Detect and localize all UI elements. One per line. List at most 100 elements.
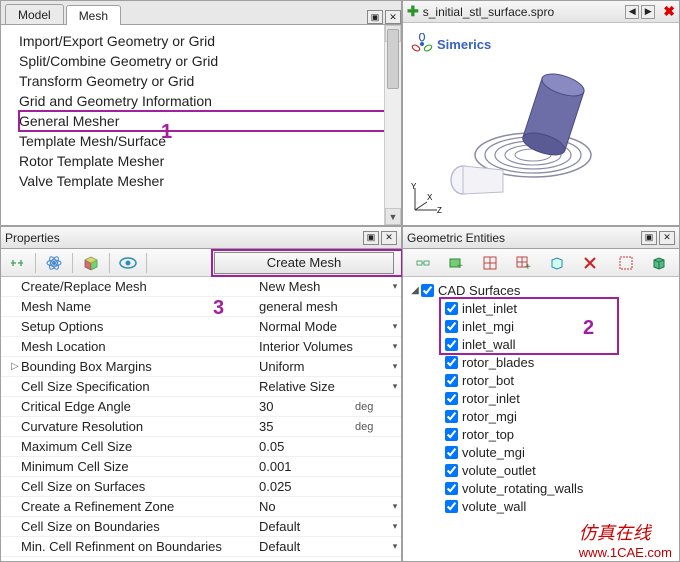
scroll-thumb[interactable] bbox=[387, 29, 399, 89]
tab-mesh[interactable]: Mesh bbox=[66, 5, 121, 25]
cube-solid-icon[interactable] bbox=[644, 251, 676, 275]
atom-icon[interactable] bbox=[38, 251, 70, 275]
property-value[interactable]: New Mesh bbox=[259, 279, 355, 294]
entity-item[interactable]: inlet_mgi bbox=[441, 317, 617, 335]
close-button[interactable]: ✕ bbox=[659, 231, 675, 245]
close-icon[interactable]: ✖ bbox=[663, 3, 675, 20]
property-value[interactable]: 30 bbox=[259, 399, 355, 414]
pin-button[interactable]: ▣ bbox=[641, 231, 657, 245]
entity-checkbox[interactable] bbox=[445, 482, 458, 495]
chevron-down-icon[interactable]: ▾ bbox=[389, 281, 401, 292]
entity-root[interactable]: ◢ CAD Surfaces bbox=[405, 281, 677, 299]
property-row[interactable]: Mesh Namegeneral mesh bbox=[1, 297, 401, 317]
property-value[interactable]: 0.025 bbox=[259, 479, 355, 494]
close-button[interactable]: ✕ bbox=[385, 10, 401, 24]
entity-item[interactable]: rotor_inlet bbox=[405, 389, 677, 407]
entity-checkbox[interactable] bbox=[445, 374, 458, 387]
link-icon[interactable] bbox=[1, 251, 33, 275]
entity-item[interactable]: volute_outlet bbox=[405, 461, 677, 479]
entity-item[interactable]: inlet_inlet bbox=[441, 299, 617, 317]
entity-item[interactable]: volute_mgi bbox=[405, 443, 677, 461]
entity-item[interactable]: rotor_blades bbox=[405, 353, 677, 371]
collapse-icon[interactable]: ◢ bbox=[409, 285, 421, 296]
entity-checkbox[interactable] bbox=[421, 284, 434, 297]
pin-button[interactable]: ▣ bbox=[367, 10, 383, 24]
tree-item-general-mesher[interactable]: General Mesher bbox=[19, 111, 401, 131]
close-button[interactable]: ✕ bbox=[381, 231, 397, 245]
entity-item[interactable]: rotor_mgi bbox=[405, 407, 677, 425]
link-icon[interactable] bbox=[407, 251, 439, 275]
prev-button[interactable]: ◀ bbox=[625, 5, 639, 19]
property-value[interactable]: Uniform bbox=[259, 359, 355, 374]
property-row[interactable]: ▷Bounding Box MarginsUniform▾ bbox=[1, 357, 401, 377]
chevron-down-icon[interactable]: ▾ bbox=[389, 341, 401, 352]
entity-checkbox[interactable] bbox=[445, 392, 458, 405]
scroll-down-icon[interactable]: ▼ bbox=[385, 208, 401, 225]
property-row[interactable]: Create a Refinement ZoneNo▾ bbox=[1, 497, 401, 517]
property-value[interactable]: Normal Mode bbox=[259, 319, 355, 334]
chevron-down-icon[interactable]: ▾ bbox=[389, 501, 401, 512]
grid-icon[interactable] bbox=[474, 251, 506, 275]
chevron-down-icon[interactable]: ▾ bbox=[389, 381, 401, 392]
property-row[interactable]: Cell Size SpecificationRelative Size▾ bbox=[1, 377, 401, 397]
property-value[interactable]: Default bbox=[259, 539, 355, 554]
property-value[interactable]: 0.05 bbox=[259, 439, 355, 454]
entity-checkbox[interactable] bbox=[445, 356, 458, 369]
tree-item[interactable]: Valve Template Mesher bbox=[19, 171, 401, 191]
property-value[interactable]: No bbox=[259, 499, 355, 514]
entity-checkbox[interactable] bbox=[445, 320, 458, 333]
next-button[interactable]: ▶ bbox=[641, 5, 655, 19]
cube-icon[interactable] bbox=[75, 251, 107, 275]
entity-item[interactable]: volute_wall bbox=[405, 497, 677, 515]
tree-item[interactable]: Transform Geometry or Grid bbox=[19, 71, 401, 91]
entity-checkbox[interactable] bbox=[445, 500, 458, 513]
pin-button[interactable]: ▣ bbox=[363, 231, 379, 245]
property-value[interactable]: 35 bbox=[259, 419, 355, 434]
entity-checkbox[interactable] bbox=[445, 410, 458, 423]
grid-add-icon[interactable]: + bbox=[508, 251, 540, 275]
property-row[interactable]: Mesh LocationInterior Volumes▾ bbox=[1, 337, 401, 357]
entity-item[interactable]: inlet_wall bbox=[441, 335, 617, 353]
select-icon[interactable] bbox=[610, 251, 642, 275]
entity-checkbox[interactable] bbox=[445, 464, 458, 477]
entity-checkbox[interactable] bbox=[445, 446, 458, 459]
entity-item[interactable]: rotor_bot bbox=[405, 371, 677, 389]
chevron-down-icon[interactable]: ▾ bbox=[389, 361, 401, 372]
entity-checkbox[interactable] bbox=[445, 338, 458, 351]
chevron-down-icon[interactable]: ▾ bbox=[389, 521, 401, 532]
property-value[interactable]: Interior Volumes bbox=[259, 339, 355, 354]
tree-item[interactable]: Grid and Geometry Information bbox=[19, 91, 401, 111]
tree-item[interactable]: Rotor Template Mesher bbox=[19, 151, 401, 171]
tree-item[interactable]: Split/Combine Geometry or Grid bbox=[19, 51, 401, 71]
delete-icon[interactable] bbox=[575, 251, 607, 275]
property-row[interactable]: Curvature Resolution35deg bbox=[1, 417, 401, 437]
property-row[interactable]: Min. Cell Refinment on BoundariesDefault… bbox=[1, 537, 401, 557]
surface-add-icon[interactable]: + bbox=[441, 251, 473, 275]
property-row[interactable]: Create/Replace MeshNew Mesh▾ bbox=[1, 277, 401, 297]
property-row[interactable]: Critical Edge Angle30deg bbox=[1, 397, 401, 417]
expander-icon[interactable]: ▷ bbox=[11, 361, 21, 372]
property-value[interactable]: general mesh bbox=[259, 299, 355, 314]
entity-checkbox[interactable] bbox=[445, 428, 458, 441]
property-row[interactable]: Maximum Cell Size0.05 bbox=[1, 437, 401, 457]
entity-item[interactable]: rotor_top bbox=[405, 425, 677, 443]
create-mesh-button[interactable]: Create Mesh bbox=[214, 252, 394, 274]
eye-icon[interactable] bbox=[112, 251, 144, 275]
property-row[interactable]: Cell Size on BoundariesDefault▾ bbox=[1, 517, 401, 537]
chevron-down-icon[interactable]: ▾ bbox=[389, 321, 401, 332]
viewer-body[interactable]: Simerics bbox=[403, 23, 679, 225]
tree-item[interactable]: Template Mesh/Surface bbox=[19, 131, 401, 151]
entity-item[interactable]: volute_rotating_walls bbox=[405, 479, 677, 497]
box-icon[interactable] bbox=[541, 251, 573, 275]
property-row[interactable]: Cell Size on Surfaces0.025 bbox=[1, 477, 401, 497]
tree-item[interactable]: Import/Export Geometry or Grid bbox=[19, 31, 401, 51]
tab-model[interactable]: Model bbox=[5, 4, 64, 24]
property-row[interactable]: Setup OptionsNormal Mode▾ bbox=[1, 317, 401, 337]
property-value[interactable]: Relative Size bbox=[259, 379, 355, 394]
property-value[interactable]: Default bbox=[259, 519, 355, 534]
vertical-scrollbar[interactable]: ▲ ▼ bbox=[384, 25, 401, 225]
property-row[interactable]: Minimum Cell Size0.001 bbox=[1, 457, 401, 477]
property-value[interactable]: 0.001 bbox=[259, 459, 355, 474]
entity-checkbox[interactable] bbox=[445, 302, 458, 315]
chevron-down-icon[interactable]: ▾ bbox=[389, 541, 401, 552]
